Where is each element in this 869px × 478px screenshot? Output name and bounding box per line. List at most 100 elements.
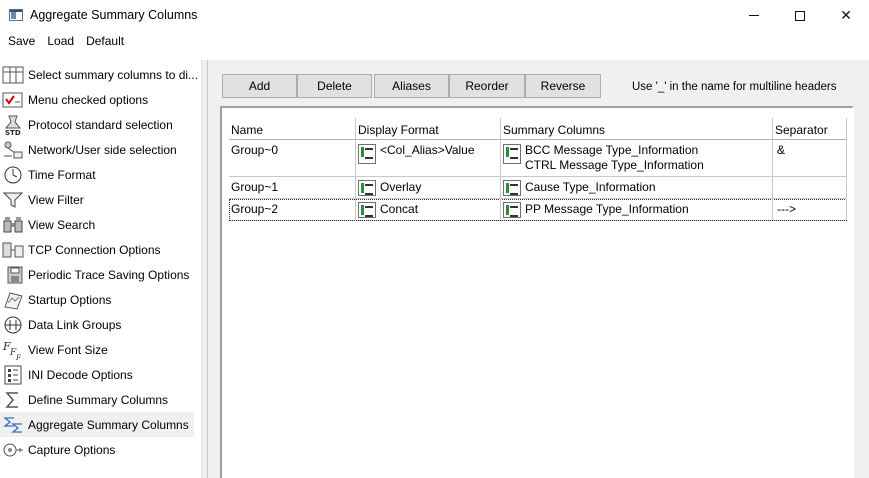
- clock-icon: [2, 164, 24, 185]
- tree-label: Startup Options: [28, 293, 112, 307]
- cell-format-text: Overlay: [380, 180, 422, 194]
- format-picker-icon[interactable]: [358, 202, 376, 218]
- close-button[interactable]: ✕: [823, 0, 869, 31]
- aggregate-icon: [2, 414, 24, 435]
- svg-text:F: F: [15, 354, 22, 361]
- format-picker-icon[interactable]: [358, 180, 376, 196]
- cell-column-line: PP Message Type_Information: [525, 202, 689, 216]
- capture-icon: [2, 439, 24, 460]
- tree-label: View Filter: [28, 193, 84, 207]
- tree-label: INI Decode Options: [28, 368, 133, 382]
- tree-label: Capture Options: [28, 443, 116, 457]
- menu-bar: Save Load Default: [0, 31, 869, 51]
- startup-icon: [2, 289, 24, 310]
- column-picker-icon[interactable]: [503, 144, 521, 164]
- tree-item-ini-decode[interactable]: INI Decode Options: [0, 362, 198, 387]
- maximize-icon: [795, 10, 805, 21]
- aggregate-columns-panel: Add Delete Aliases Reorder Reverse Use '…: [207, 60, 869, 478]
- cell-format-text: <Col_Alias>Value: [380, 143, 475, 157]
- tree-item-periodic-trace-saving[interactable]: Periodic Trace Saving Options: [0, 262, 198, 287]
- tree-item-startup-options[interactable]: Startup Options: [0, 287, 198, 312]
- menu-load[interactable]: Load: [41, 34, 80, 48]
- cell-name[interactable]: Group~2: [229, 199, 356, 220]
- data-link-icon: [2, 314, 24, 335]
- table-row[interactable]: Group~0 <Col_Alias>Value BCC Message Typ…: [229, 140, 847, 177]
- cell-column-line: CTRL Message Type_Information: [525, 158, 704, 172]
- close-icon: ✕: [840, 7, 852, 24]
- cell-display-format[interactable]: <Col_Alias>Value: [356, 140, 501, 176]
- tree-item-network-user[interactable]: Network/User side selection: [0, 137, 198, 162]
- tree-item-define-summary-columns[interactable]: Define Summary Columns: [0, 387, 198, 412]
- checked-menu-icon: [2, 89, 24, 110]
- multiline-header-hint: Use '_' in the name for multiline header…: [632, 81, 837, 93]
- cell-separator[interactable]: --->: [773, 199, 847, 220]
- menu-save[interactable]: Save: [2, 34, 41, 48]
- tree-label: Data Link Groups: [28, 318, 122, 332]
- tree-label: View Font Size: [28, 343, 108, 357]
- cell-summary-columns[interactable]: BCC Message Type_Information CTRL Messag…: [501, 140, 773, 176]
- minimize-icon: [749, 15, 759, 16]
- protocol-std-icon: STD: [2, 114, 24, 136]
- delete-button[interactable]: Delete: [297, 74, 372, 98]
- header-display-format[interactable]: Display Format: [356, 118, 501, 140]
- window-title: Aggregate Summary Columns: [30, 8, 198, 22]
- font-size-icon: FFF: [2, 339, 24, 361]
- tree-item-view-search[interactable]: View Search: [0, 212, 198, 237]
- cell-column-line: Cause Type_Information: [525, 180, 656, 194]
- tree-label: Aggregate Summary Columns: [28, 418, 189, 432]
- tree-label: Menu checked options: [28, 93, 149, 107]
- cell-separator[interactable]: &: [773, 140, 847, 176]
- binoculars-icon: [2, 214, 24, 235]
- cell-summary-columns[interactable]: Cause Type_Information: [501, 177, 773, 198]
- tree-label: Define Summary Columns: [28, 393, 169, 407]
- header-separator[interactable]: Separator: [773, 118, 847, 140]
- svg-text:STD: STD: [5, 129, 21, 136]
- tree-label: Time Format: [28, 168, 96, 182]
- cell-column-line: BCC Message Type_Information: [525, 143, 699, 157]
- tcp-connection-icon: [2, 239, 24, 260]
- cell-format-text: Concat: [380, 202, 419, 216]
- filter-funnel-icon: [2, 189, 24, 210]
- tree-item-protocol-standard[interactable]: STD Protocol standard selection: [0, 112, 198, 137]
- add-button[interactable]: Add: [222, 74, 297, 98]
- tree-label: Protocol standard selection: [28, 118, 173, 132]
- tree-item-menu-checked-options[interactable]: Menu checked options: [0, 87, 198, 112]
- maximize-button[interactable]: [777, 0, 823, 31]
- format-picker-icon[interactable]: [358, 144, 376, 164]
- tree-label: Periodic Trace Saving Options: [28, 268, 190, 282]
- table-row[interactable]: Group~1 Overlay Cause Type_Information: [229, 177, 847, 199]
- table-row[interactable]: Group~2 Concat PP Message Type_Informati…: [229, 199, 847, 221]
- tree-item-tcp-connection[interactable]: TCP Connection Options: [0, 237, 198, 262]
- header-name[interactable]: Name: [229, 118, 356, 140]
- cell-name[interactable]: Group~0: [229, 140, 356, 176]
- reverse-button[interactable]: Reverse: [525, 74, 601, 98]
- tree-label: View Search: [28, 218, 96, 232]
- cell-display-format[interactable]: Concat: [356, 199, 501, 220]
- aliases-button[interactable]: Aliases: [374, 74, 449, 98]
- column-select-icon: [2, 64, 24, 85]
- tree-item-view-filter[interactable]: View Filter: [0, 187, 198, 212]
- ini-decode-icon: [2, 364, 24, 385]
- tree-item-data-link-groups[interactable]: Data Link Groups: [0, 312, 198, 337]
- header-summary-columns[interactable]: Summary Columns: [501, 118, 773, 140]
- sigma-icon: [2, 389, 24, 410]
- aggregate-columns-grid: Name Display Format Summary Columns Sepa…: [229, 118, 847, 473]
- tree-label: TCP Connection Options: [28, 243, 161, 257]
- tree-item-capture-options[interactable]: Capture Options: [0, 437, 198, 462]
- menu-default[interactable]: Default: [80, 34, 130, 48]
- cell-separator[interactable]: [773, 177, 847, 198]
- column-picker-icon[interactable]: [503, 180, 521, 196]
- tree-item-time-format[interactable]: Time Format: [0, 162, 198, 187]
- tree-item-select-summary-columns[interactable]: Select summary columns to di...: [0, 62, 198, 87]
- network-user-icon: [2, 139, 24, 160]
- cell-display-format[interactable]: Overlay: [356, 177, 501, 198]
- periodic-save-icon: [2, 264, 24, 285]
- minimize-button[interactable]: [731, 0, 777, 31]
- cell-summary-columns[interactable]: PP Message Type_Information: [501, 199, 773, 220]
- cell-name[interactable]: Group~1: [229, 177, 356, 198]
- column-picker-icon[interactable]: [503, 202, 521, 218]
- reorder-button[interactable]: Reorder: [449, 74, 525, 98]
- tree-item-aggregate-summary-columns[interactable]: Aggregate Summary Columns: [0, 412, 194, 437]
- app-icon: [9, 9, 23, 21]
- tree-item-view-font-size[interactable]: FFF View Font Size: [0, 337, 198, 362]
